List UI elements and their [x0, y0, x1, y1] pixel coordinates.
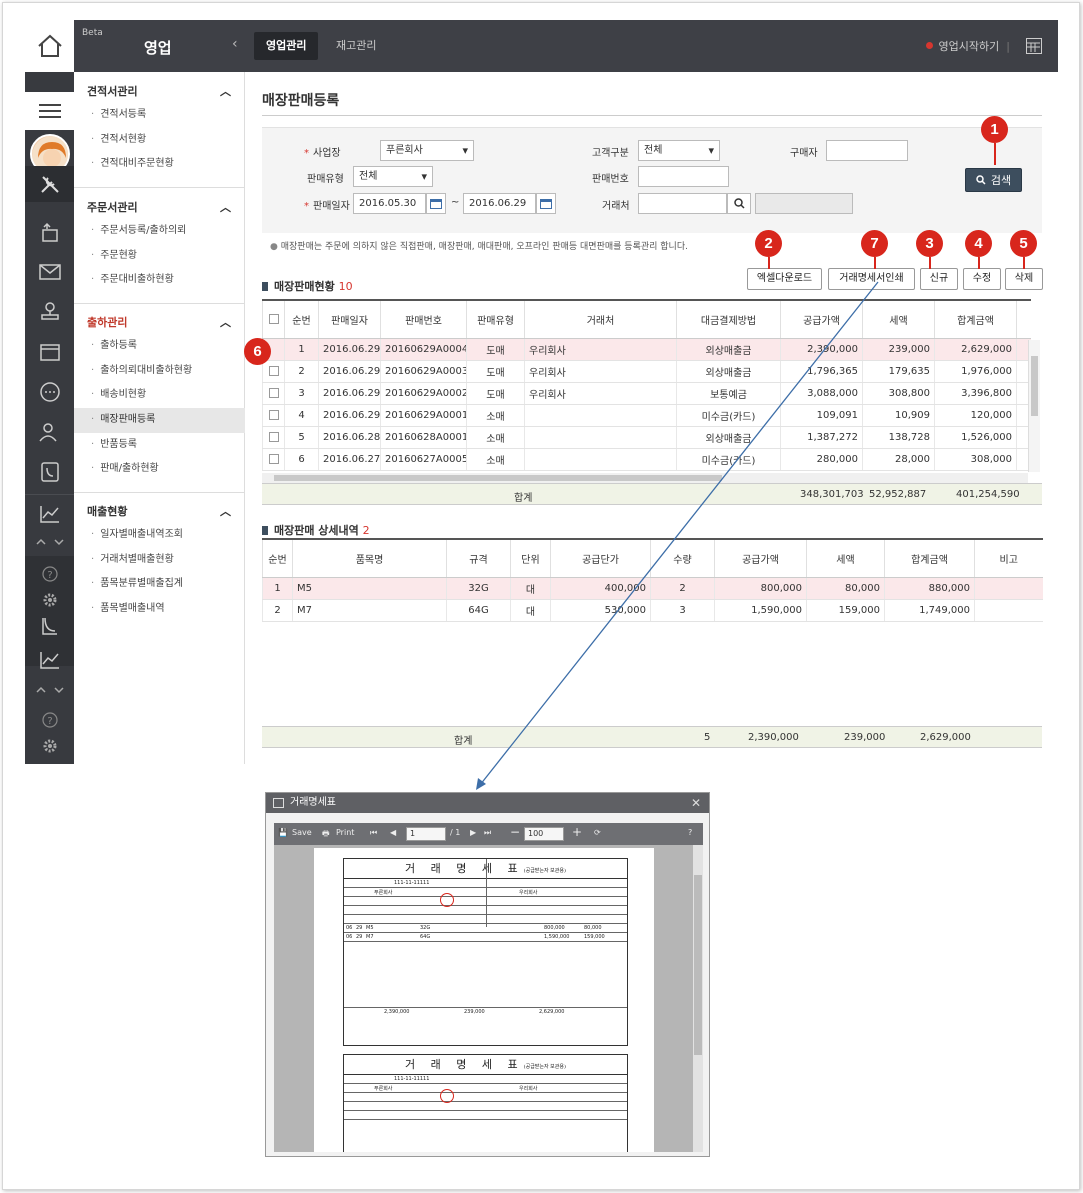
print-button[interactable]: Print	[336, 828, 354, 837]
client-name: 우리회사	[519, 890, 538, 896]
prev-page-icon[interactable]: ◀	[390, 828, 396, 837]
zoom-select[interactable]: 100	[524, 827, 564, 841]
zoom-out-icon[interactable]: −	[510, 825, 520, 839]
document-viewer: 거 래 명 세 표(공급받는자 보관용) 111-11-11111 푸른회사 우리…	[274, 845, 703, 1152]
statement-empty-rows	[344, 942, 627, 1008]
statement-total-row: 2,390,000 239,000 2,629,000	[384, 1009, 565, 1015]
save-button[interactable]: Save	[292, 828, 312, 837]
next-page-icon[interactable]: ▶	[470, 828, 476, 837]
statement-document-copy: 거 래 명 세 표(공급받는자 보관용) 111-11-11111 푸른회사 우리…	[343, 1054, 628, 1152]
supplier-name: 푸른회사	[374, 890, 393, 896]
last-page-icon[interactable]: ⏭	[484, 828, 491, 838]
document-page: 거 래 명 세 표(공급받는자 보관용) 111-11-11111 푸른회사 우리…	[314, 848, 654, 1152]
statement-title: 거 래 명 세 표(공급받는자 보관용)	[344, 1055, 627, 1075]
popup-title: 거래명세표	[290, 797, 336, 808]
popup-titlebar: 거래명세표 ✕	[266, 793, 709, 813]
save-icon[interactable]: 💾	[278, 828, 288, 837]
page-total: / 1	[450, 828, 461, 837]
statement-row	[344, 1102, 627, 1111]
help-icon[interactable]: ?	[688, 828, 692, 837]
page-number-input[interactable]: 1	[406, 827, 446, 841]
statement-company-row: 푸른회사 우리회사	[344, 1084, 627, 1093]
viewer-toolbar: 💾 Save 🖶 Print ⏮ ◀ 1 / 1 ▶ ⏭ − 100 + ⟳ ?	[274, 823, 703, 845]
statement-items-row: 06 29 M7 64G 1,590,000 159,000	[344, 933, 627, 942]
print-icon[interactable]: 🖶	[322, 828, 330, 842]
statement-reg-row: 111-11-11111	[344, 1075, 627, 1084]
doc-divider	[486, 859, 487, 927]
scrollbar-thumb[interactable]	[694, 875, 702, 1055]
print-preview-popup: 거래명세표 ✕ 💾 Save 🖶 Print ⏮ ◀ 1 / 1 ▶ ⏭ − 1…	[265, 792, 710, 1157]
statement-row	[344, 1111, 627, 1120]
reg-no: 111-11-11111	[394, 880, 430, 886]
viewer-scrollbar[interactable]	[693, 845, 703, 1152]
company-seal-stamp	[440, 1089, 454, 1103]
statement-document: 거 래 명 세 표(공급받는자 보관용) 111-11-11111 푸른회사 우리…	[343, 858, 628, 1046]
company-seal-stamp	[440, 893, 454, 907]
refresh-icon[interactable]: ⟳	[594, 828, 601, 837]
first-page-icon[interactable]: ⏮	[370, 828, 377, 838]
close-icon[interactable]: ✕	[691, 793, 701, 813]
statement-row	[344, 1093, 627, 1102]
zoom-in-icon[interactable]: +	[572, 825, 582, 839]
window-icon	[273, 798, 284, 808]
